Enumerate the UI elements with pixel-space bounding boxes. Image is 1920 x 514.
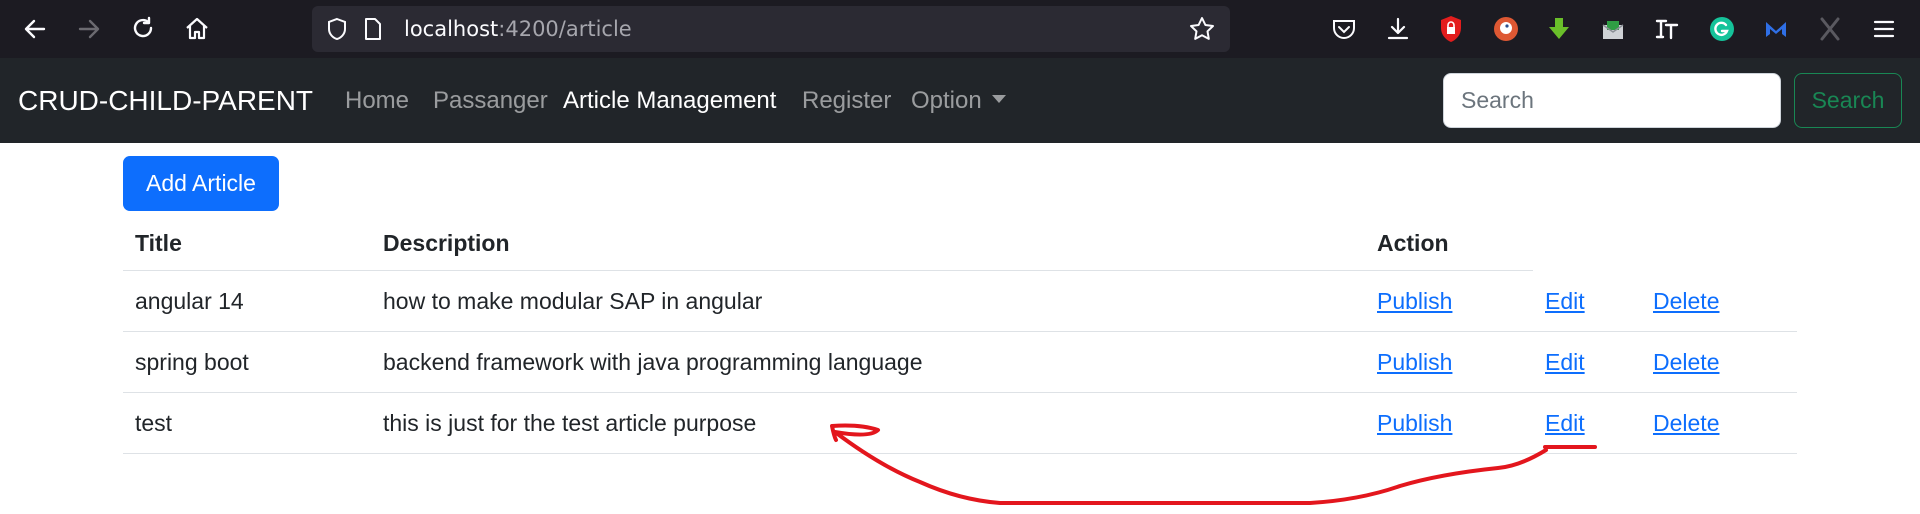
search-input[interactable] [1443, 73, 1781, 128]
duckduckgo-icon[interactable] [1489, 12, 1523, 46]
navbar-brand[interactable]: CRUD-CHILD-PARENT [18, 58, 313, 144]
row-description: this is just for the test article purpos… [383, 410, 757, 436]
navbar: CRUD-CHILD-PARENT Home Passanger Article… [0, 58, 1920, 143]
delete-link[interactable]: Delete [1653, 393, 1719, 453]
row-description: backend framework with java programming … [383, 349, 923, 375]
nav-home[interactable]: Home [345, 58, 409, 144]
column-header-description: Description [383, 230, 510, 256]
browser-toolbar: localhost:4200/article [0, 0, 1920, 58]
search-button[interactable]: Search [1794, 73, 1902, 128]
table-row: test this is just for the test article p… [123, 393, 1797, 454]
home-icon[interactable] [180, 12, 214, 46]
row-title: spring boot [135, 349, 249, 375]
extension-lock-icon[interactable] [1434, 12, 1468, 46]
publish-link[interactable]: Publish [1377, 393, 1452, 453]
row-description: how to make modular SAP in angular [383, 288, 763, 314]
publish-link[interactable]: Publish [1377, 332, 1452, 392]
language-tool-icon[interactable] [1650, 12, 1684, 46]
forward-icon[interactable] [72, 12, 106, 46]
table-row: angular 14 how to make modular SAP in an… [123, 271, 1797, 332]
delete-link[interactable]: Delete [1653, 271, 1719, 331]
chevron-down-icon [991, 94, 1006, 103]
edit-link[interactable]: Edit [1545, 393, 1585, 453]
nav-register[interactable]: Register [802, 58, 891, 144]
row-title: angular 14 [135, 288, 244, 314]
disabled-extension-icon[interactable] [1813, 12, 1847, 46]
grammarly-icon[interactable] [1705, 12, 1739, 46]
back-icon[interactable] [18, 12, 52, 46]
reload-icon[interactable] [126, 12, 160, 46]
nav-option-label: Option [911, 87, 982, 114]
downloader-extension-icon[interactable] [1542, 12, 1576, 46]
address-bar[interactable]: localhost:4200/article [312, 6, 1230, 52]
download-icon[interactable] [1381, 12, 1415, 46]
bookmark-star-icon[interactable] [1185, 12, 1219, 46]
edit-link[interactable]: Edit [1545, 332, 1585, 392]
add-article-button[interactable]: Add Article [123, 156, 279, 211]
malwarebytes-icon[interactable] [1759, 12, 1793, 46]
nav-article-management[interactable]: Article Management [563, 58, 776, 144]
edit-link[interactable]: Edit [1545, 271, 1585, 331]
url-path: :4200/article [498, 17, 632, 41]
mail-extension-icon[interactable] [1596, 12, 1630, 46]
column-header-title: Title [135, 230, 182, 256]
delete-link[interactable]: Delete [1653, 332, 1719, 392]
pocket-icon[interactable] [1327, 12, 1361, 46]
nav-option-dropdown[interactable]: Option [911, 58, 1006, 144]
page-icon[interactable] [356, 12, 390, 46]
shield-icon[interactable] [320, 12, 354, 46]
row-title: test [135, 410, 173, 436]
menu-icon[interactable] [1867, 12, 1901, 46]
url-host: localhost [404, 17, 499, 41]
column-header-action: Action [1377, 230, 1449, 256]
nav-passanger[interactable]: Passanger [433, 58, 548, 144]
table-row: spring boot backend framework with java … [123, 332, 1797, 393]
url-text[interactable]: localhost:4200/article [404, 6, 632, 52]
publish-link[interactable]: Publish [1377, 271, 1452, 331]
